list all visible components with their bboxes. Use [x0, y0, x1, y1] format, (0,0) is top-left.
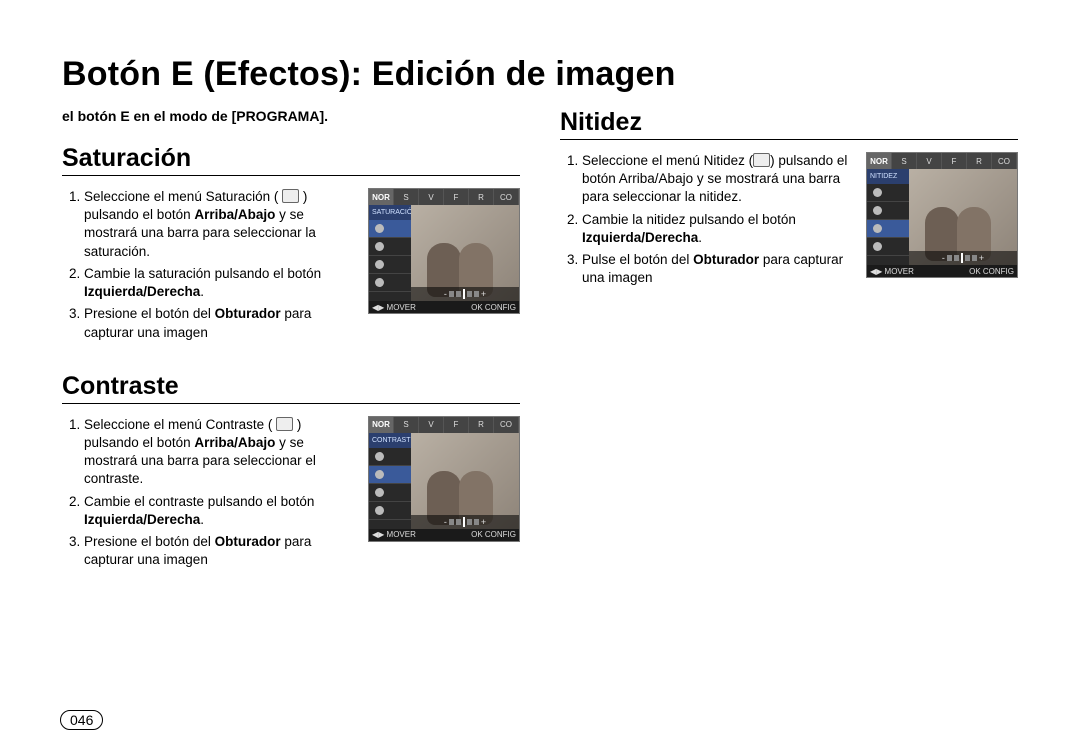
heading-rule [62, 175, 520, 176]
manual-page: Botón E (Efectos): Edición de imagen el … [0, 0, 1080, 752]
display-tab: F [444, 189, 469, 205]
sat-step-1: Seleccione el menú Saturación ( ) pulsan… [84, 188, 354, 261]
heading-sharpness: Nitidez [560, 108, 1018, 137]
display-tab: R [967, 153, 992, 169]
display-tab: F [942, 153, 967, 169]
display-top-nor: NOR [867, 153, 892, 169]
display-tab: V [917, 153, 942, 169]
sidebar-row-icon [867, 184, 909, 202]
page-number: 046 [60, 710, 103, 730]
heading-contrast: Contraste [62, 372, 520, 401]
nit-step-2: Cambie la nitidez pulsando el botón Izqu… [582, 211, 852, 247]
heading-rule [62, 403, 520, 404]
display-bottom-ok: OK CONFIG [969, 267, 1014, 276]
display-tab: S [394, 417, 419, 433]
con-step-3: Presione el botón del Obturador para cap… [84, 533, 354, 569]
sidebar-row-icon [369, 448, 411, 466]
heading-rule [560, 139, 1018, 140]
camera-display-saturation: NOR S V F R CO SATURACIÓN [368, 188, 520, 314]
nit-step-1: Seleccione el menú Nitidez () pulsando e… [582, 152, 852, 207]
sidebar-row-icon [369, 220, 411, 238]
section-contraste: Contraste Seleccione el menú Contraste (… [62, 372, 520, 574]
sharpness-steps: Seleccione el menú Nitidez () pulsando e… [560, 152, 852, 292]
contrast-menu-icon [276, 417, 293, 431]
con-step-2: Cambie el contraste pulsando el botón Iz… [84, 493, 354, 529]
display-bottom-move: ◀▶ MOVER [372, 530, 416, 539]
display-slider: -+ [411, 287, 519, 301]
display-tab: R [469, 417, 494, 433]
display-tab: V [419, 417, 444, 433]
nit-step-3: Pulse el botón del Obturador para captur… [582, 251, 852, 287]
content-columns: el botón E en el modo de [PROGRAMA]. Sat… [62, 108, 1018, 600]
display-sidebar-title: NITIDEZ [867, 169, 909, 184]
heading-saturation: Saturación [62, 144, 520, 173]
con-step-1: Seleccione el menú Contraste ( ) pulsand… [84, 416, 354, 489]
sidebar-row-icon [369, 256, 411, 274]
display-slider: -+ [909, 251, 1017, 265]
display-tab: CO [992, 153, 1017, 169]
display-top-nor: NOR [369, 189, 394, 205]
sidebar-row-icon [369, 502, 411, 520]
display-tab: S [892, 153, 917, 169]
camera-display-contrast: NOR S V F R CO CONTRASTE [368, 416, 520, 542]
left-column: el botón E en el modo de [PROGRAMA]. Sat… [62, 108, 520, 600]
section-nitidez: Nitidez Seleccione el menú Nitidez () pu… [560, 108, 1018, 292]
display-slider: -+ [411, 515, 519, 529]
saturation-menu-icon [282, 189, 299, 203]
display-top-nor: NOR [369, 417, 394, 433]
page-title: Botón E (Efectos): Edición de imagen [62, 55, 1018, 94]
display-tab: CO [494, 189, 519, 205]
display-tab: V [419, 189, 444, 205]
display-bottom-ok: OK CONFIG [471, 303, 516, 312]
sharpness-menu-icon [753, 153, 770, 167]
sidebar-row-icon [369, 484, 411, 502]
camera-display-sharpness: NOR S V F R CO NITIDEZ [866, 152, 1018, 278]
intro-note: el botón E en el modo de [PROGRAMA]. [62, 108, 520, 124]
display-sidebar-title: CONTRASTE [369, 433, 411, 448]
display-tab: F [444, 417, 469, 433]
sat-step-3: Presione el botón del Obturador para cap… [84, 305, 354, 341]
saturation-steps: Seleccione el menú Saturación ( ) pulsan… [62, 188, 354, 346]
sidebar-row-icon [867, 202, 909, 220]
display-tab: R [469, 189, 494, 205]
sidebar-row-icon [369, 238, 411, 256]
display-bottom-move: ◀▶ MOVER [870, 267, 914, 276]
display-bottom-move: ◀▶ MOVER [372, 303, 416, 312]
display-sidebar-title: SATURACIÓN [369, 205, 411, 220]
display-bottom-ok: OK CONFIG [471, 530, 516, 539]
sidebar-row-icon [369, 274, 411, 292]
right-column: Nitidez Seleccione el menú Nitidez () pu… [560, 108, 1018, 600]
display-tab: S [394, 189, 419, 205]
sat-step-2: Cambie la saturación pulsando el botón I… [84, 265, 354, 301]
contrast-steps: Seleccione el menú Contraste ( ) pulsand… [62, 416, 354, 574]
section-saturacion: Saturación Seleccione el menú Saturación… [62, 144, 520, 346]
sidebar-row-icon [867, 220, 909, 238]
sidebar-row-icon [369, 466, 411, 484]
display-tab: CO [494, 417, 519, 433]
sidebar-row-icon [867, 238, 909, 256]
